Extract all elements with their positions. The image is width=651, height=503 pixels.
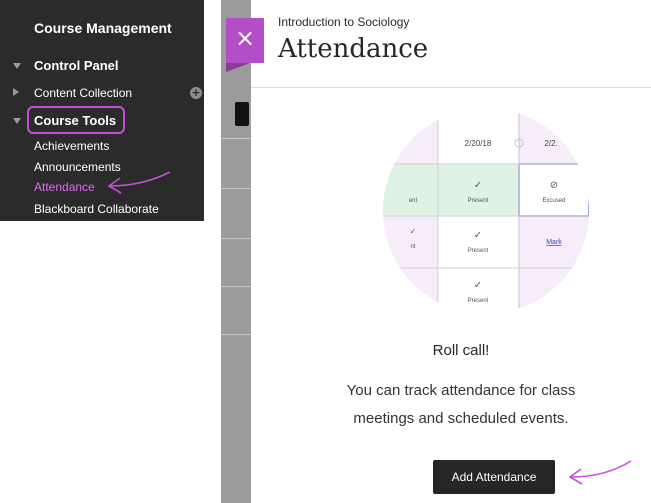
date-label-2: 2/2. — [544, 139, 557, 148]
menu-item-blackboard-collaborate[interactable]: Blackboard Collaborate — [34, 202, 159, 216]
check-icon: ✓ — [410, 227, 417, 236]
control-panel-link[interactable]: Control Panel — [34, 58, 119, 73]
cell-label: Present — [468, 298, 489, 304]
cell-label: Present — [468, 248, 489, 254]
add-circle-icon[interactable]: + — [190, 87, 202, 99]
check-icon: ✓ — [474, 230, 482, 241]
menu-item-achievements[interactable]: Achievements — [34, 139, 109, 153]
menu-item-attendance[interactable]: Attendance — [34, 180, 95, 194]
course-management-header: Course Management — [34, 20, 172, 36]
add-attendance-button[interactable]: Add Attendance — [433, 460, 555, 494]
annotation-arrow-icon — [107, 171, 171, 194]
close-button[interactable]: × — [226, 18, 264, 63]
course-title: Introduction to Sociology — [278, 15, 410, 29]
close-button-tab — [226, 63, 250, 72]
check-icon: ✓ — [474, 180, 482, 191]
cell-label: Excused — [542, 198, 565, 204]
empty-state-heading: Roll call! — [432, 342, 490, 359]
header-divider — [251, 87, 651, 88]
background-page-overlay — [221, 0, 251, 503]
course-management-menu: Course Management Control Panel Content … — [0, 0, 204, 221]
attendance-illustration: 2/20/18 2/2. ent ✓ Present ⊘ Excused ✓ n… — [383, 108, 589, 314]
check-icon: ✓ — [474, 280, 482, 291]
date-label-1: 2/20/18 — [465, 139, 492, 148]
cell-label: ent — [409, 198, 418, 204]
expand-caret-icon[interactable] — [13, 88, 19, 96]
excused-icon: ⊘ — [550, 180, 558, 191]
content-collection-link[interactable]: Content Collection — [34, 86, 132, 100]
mark-link: Mark — [546, 239, 562, 246]
empty-state-description-line2: meetings and scheduled events. — [353, 410, 569, 427]
empty-state-description-line1: You can track attendance for class — [346, 382, 576, 399]
collapse-caret-icon[interactable] — [13, 118, 21, 124]
background-button — [235, 102, 249, 126]
annotation-arrow-icon — [568, 460, 632, 485]
page-title: Attendance — [278, 34, 429, 64]
cell-label: Present — [468, 198, 489, 204]
course-tools-link[interactable]: Course Tools — [34, 113, 116, 128]
cell-label: nt — [410, 244, 415, 250]
collapse-caret-icon[interactable] — [13, 63, 21, 69]
